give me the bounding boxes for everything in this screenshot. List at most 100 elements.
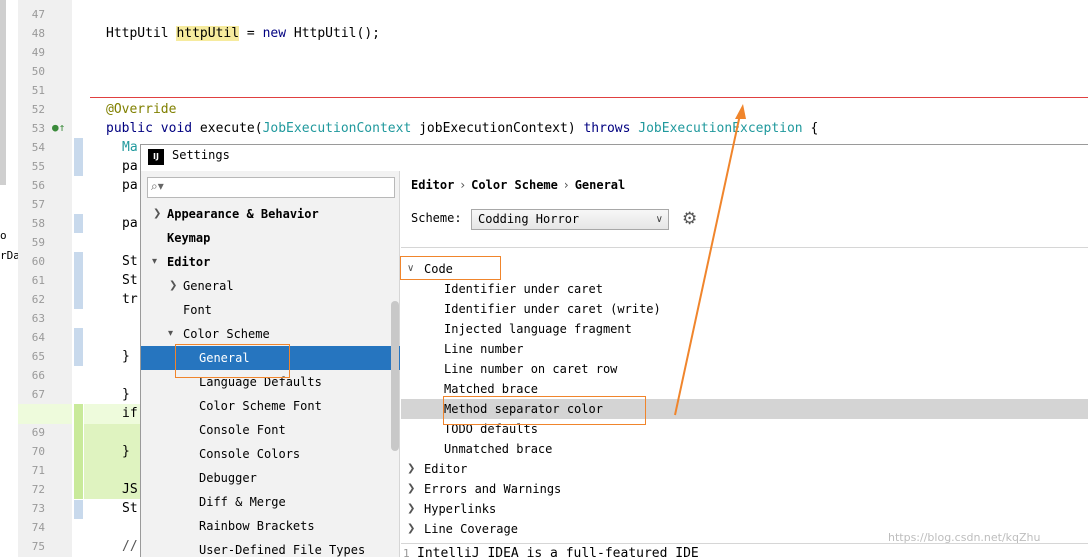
- line-number: 72: [31, 483, 45, 496]
- breadcrumb-item: Editor: [411, 178, 455, 192]
- tree-item-color-scheme-font[interactable]: Color Scheme Font: [141, 394, 400, 418]
- code-token: HttpUtil: [106, 26, 177, 41]
- vcs-change-marker[interactable]: [74, 500, 83, 519]
- option-item[interactable]: Line number: [401, 339, 1088, 359]
- vcs-change-marker[interactable]: [74, 252, 83, 309]
- line-number: 67: [31, 388, 45, 401]
- search-icon: ⌕▾: [151, 179, 164, 193]
- override-method-icon[interactable]: ●↑: [52, 121, 65, 134]
- chevron-down-icon[interactable]: ▾: [152, 250, 157, 274]
- preview-line-number: 1: [403, 547, 410, 557]
- line-number: 57: [31, 198, 45, 211]
- settings-search-input[interactable]: [170, 179, 390, 196]
- tree-item-label: Diff & Merge: [199, 495, 286, 509]
- left-strip-dark-bar: [0, 0, 6, 185]
- annotation-box-general: [175, 344, 290, 378]
- vcs-change-marker[interactable]: [74, 138, 83, 176]
- line-number: 61: [31, 274, 45, 287]
- vcs-change-marker[interactable]: [74, 328, 83, 366]
- line-number: 58: [31, 217, 45, 230]
- chevron-right-icon[interactable]: ❯: [407, 479, 415, 499]
- tree-item-appearance-behavior[interactable]: ❯ Appearance & Behavior: [141, 202, 400, 226]
- annotation-box-code: [400, 256, 501, 280]
- option-item[interactable]: Injected language fragment: [401, 319, 1088, 339]
- chevron-right-icon: ›: [460, 178, 466, 192]
- breadcrumb: Editor › Color Scheme › General: [411, 175, 625, 195]
- vcs-change-marker[interactable]: [74, 214, 83, 233]
- code-type: JobExecutionContext: [262, 121, 412, 136]
- line-number: 65: [31, 350, 45, 363]
- tree-item-debugger[interactable]: Debugger: [141, 466, 400, 490]
- scheme-select[interactable]: Codding Horror ∨: [471, 209, 669, 230]
- option-label: Identifier under caret (write): [444, 302, 661, 316]
- option-group-errors-warnings[interactable]: ❯ Errors and Warnings: [401, 479, 1088, 499]
- chevron-down-icon[interactable]: ▾: [168, 322, 173, 346]
- option-label: Line Coverage: [424, 522, 518, 536]
- tree-item-editor-general[interactable]: ❯ General: [141, 274, 400, 298]
- option-group-hyperlinks[interactable]: ❯ Hyperlinks: [401, 499, 1088, 519]
- option-label: Line number on caret row: [444, 362, 618, 376]
- code-fragment: St: [122, 273, 138, 288]
- preview-text: IntelliJ IDEA is a full-featured IDE: [417, 546, 699, 557]
- chevron-right-icon[interactable]: ❯: [169, 274, 177, 298]
- dialog-titlebar[interactable]: IJ Settings: [141, 145, 1088, 171]
- tree-item-console-colors[interactable]: Console Colors: [141, 442, 400, 466]
- intellij-app-icon: IJ: [148, 149, 164, 165]
- settings-search-box[interactable]: ⌕▾: [147, 177, 395, 198]
- option-item[interactable]: Identifier under caret (write): [401, 299, 1088, 319]
- code-token: jobExecutionContext): [411, 121, 584, 136]
- gear-icon[interactable]: ⚙: [682, 209, 697, 229]
- option-label: Editor: [424, 462, 468, 476]
- chevron-right-icon[interactable]: ❯: [407, 499, 415, 519]
- nav-scrollbar-thumb[interactable]: [391, 301, 399, 451]
- line-number: 53: [31, 122, 45, 135]
- tree-item-keymap[interactable]: Keymap: [141, 226, 400, 250]
- option-item[interactable]: Line number on caret row: [401, 359, 1088, 379]
- chevron-right-icon[interactable]: ❯: [407, 459, 415, 479]
- tree-item-label: Color Scheme Font: [199, 399, 322, 413]
- code-keyword: void: [160, 121, 193, 136]
- color-preview-editor[interactable]: 1 IntelliJ IDEA is a full-featured IDE: [401, 543, 1088, 557]
- line-number: 56: [31, 179, 45, 192]
- tree-item-user-defined-file-types[interactable]: User-Defined File Types: [141, 538, 400, 557]
- tree-item-diff-merge[interactable]: Diff & Merge: [141, 490, 400, 514]
- dialog-title: Settings: [172, 148, 230, 162]
- line-number: 47: [31, 8, 45, 21]
- code-fragment: JS: [122, 482, 138, 497]
- vcs-added-marker[interactable]: [74, 404, 83, 499]
- option-group-code[interactable]: ∨ Code: [401, 259, 1088, 279]
- line-number: 75: [31, 540, 45, 553]
- option-item[interactable]: Identifier under caret: [401, 279, 1088, 299]
- code-fragment: pa: [122, 216, 138, 231]
- tree-item-label: Font: [183, 303, 212, 317]
- line-number: 55: [31, 160, 45, 173]
- line-number: 51: [31, 84, 45, 97]
- chevron-right-icon: ›: [563, 178, 569, 192]
- chevron-right-icon[interactable]: ❯: [153, 202, 161, 226]
- tree-item-label: Rainbow Brackets: [199, 519, 315, 533]
- code-line-48: HttpUtil httpUtil = new HttpUtil();: [106, 24, 380, 43]
- option-item[interactable]: Unmatched brace: [401, 439, 1088, 459]
- option-label: Unmatched brace: [444, 442, 553, 456]
- line-number: 62: [31, 293, 45, 306]
- tree-item-font[interactable]: Font: [141, 298, 400, 322]
- code-fragment: St: [122, 501, 138, 516]
- option-label: Line number: [444, 342, 524, 356]
- code-fragment: tr: [122, 292, 138, 307]
- option-group-editor[interactable]: ❯ Editor: [401, 459, 1088, 479]
- code-token: HttpUtil();: [286, 26, 380, 41]
- line-number: 63: [31, 312, 45, 325]
- option-label: Errors and Warnings: [424, 482, 562, 496]
- code-token: execute(: [192, 121, 263, 136]
- code-token: {: [802, 121, 819, 136]
- tree-item-color-scheme[interactable]: ▾ Color Scheme: [141, 322, 400, 346]
- annotation-box-method-separator: [443, 396, 646, 425]
- color-scheme-general-pane: Editor › Color Scheme › General Scheme: Codd…: [401, 171, 1088, 557]
- tree-item-editor[interactable]: ▾ Editor: [141, 250, 400, 274]
- chevron-right-icon[interactable]: ❯: [407, 519, 415, 539]
- tree-item-console-font[interactable]: Console Font: [141, 418, 400, 442]
- tree-item-rainbow-brackets[interactable]: Rainbow Brackets: [141, 514, 400, 538]
- tree-item-label: Appearance & Behavior: [167, 207, 319, 221]
- option-label: Identifier under caret: [444, 282, 603, 296]
